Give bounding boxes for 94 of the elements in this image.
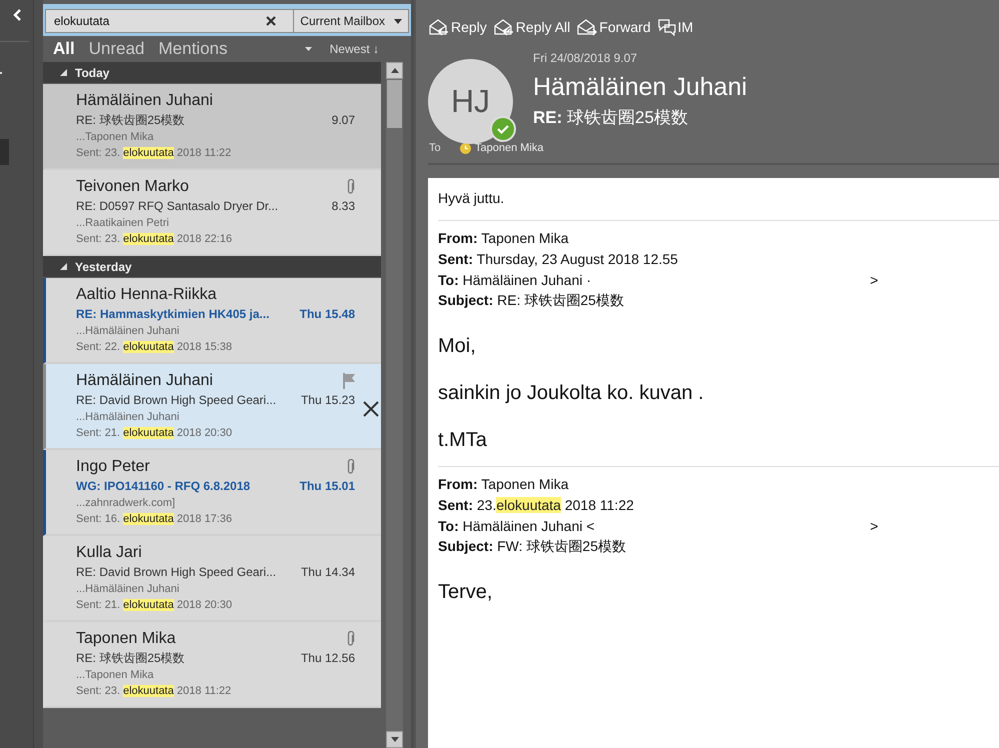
message-subject: RE: D0597 RFQ Santasalo Dryer Dr... [76,199,280,213]
to-label: To [429,142,442,154]
message-time: Thu 12.56 [300,651,355,665]
body-text: Hyvä juttu. [438,190,506,206]
sender-name: Hämäläinen Juhani [76,92,214,110]
scroll-thumb[interactable] [387,80,402,128]
sender-name: Taponen Mika [76,630,177,648]
search-field[interactable]: elokuutata Current Mailbox [45,9,409,33]
header-field: Subject: FW: 球铁齿圈25模数 [438,538,870,556]
message-preview: ...Taponen Mika [76,130,155,145]
flag-icon[interactable] [343,373,355,389]
header-field: To: Hämäläinen Juhani < [438,518,870,534]
header-field: From: Taponen Mika [438,476,870,492]
action-button[interactable]: Reply All [492,15,570,39]
message-time: Thu 15.01 [300,479,355,493]
message-subject: RE: David Brown High Speed Geari... [76,393,278,407]
sender-name: Aaltio Henna-Riikka [76,286,218,304]
message-preview: ...Hämäläinen Juhani [76,582,180,597]
filter-tab[interactable]: Unread [88,39,144,59]
message-subject: RE: 球铁齿圈25模数 [76,112,186,128]
body-text: Terve, [438,581,494,604]
envelope-arrow-icon [428,18,450,36]
mailbox-scope-dropdown[interactable]: Current Mailbox [293,10,408,32]
message-subject: RE: Hammaskytkimien HK405 ja... [76,307,270,321]
scroll-up-icon[interactable] [386,62,403,79]
message-sender: Hämäläinen Juhani [533,73,748,102]
message-item[interactable]: Hämäläinen Juhani RE: David Brown High Speed Geari... Thu 15.23 ...Hämäläinen Juhani Sent: 21. elokuutata 2018 20:30 [43,364,381,450]
action-button[interactable]: IM [656,15,694,39]
sent-date: Sent: 23. elokuutata 2018 11:22 [76,684,232,699]
expand-triangle-icon[interactable] [60,69,67,76]
sent-date: Sent: 22. elokuutata 2018 15:38 [76,340,233,355]
clock-icon [460,142,471,154]
action-button[interactable]: Forward [576,15,651,39]
group-header[interactable]: Today [43,62,381,83]
message-item[interactable]: Teivonen Marko RE: D0597 RFQ Santasalo Dryer Dr... 8.33 ...Raatikainen Petri Sent: 23. elokuutata 2018 22:16 [43,170,381,256]
filter-tab[interactable]: Mentions [158,39,228,59]
search-input[interactable]: elokuutata [46,11,266,31]
header-field: Subject: RE: 球铁齿圈25模数 [438,292,870,310]
body-text: Moi, [438,335,477,358]
sent-date: Sent: 23. elokuutata 2018 11:22 [76,146,232,161]
header-field: Sent: Thursday, 23 August 2018 12.55 [438,250,870,266]
message-time: Thu 15.48 [300,307,355,321]
body-text: t.MTa [438,429,488,452]
sent-date: Sent: 21. elokuutata 2018 20:30 [76,598,233,613]
header-field: To: Hämäläinen Juhani · [438,272,870,288]
sender-name: Kulla Jari [76,544,143,562]
sent-date: Sent: 16. elokuutata 2018 17:36 [76,512,233,527]
filter-tab[interactable]: All [53,39,75,59]
recipient-name[interactable]: Taponen Mika [475,142,544,154]
message-date: Fri 24/08/2018 9.07 [533,51,638,65]
envelope-arrow-icon [576,18,598,36]
header-field: Sent: 23.elokuutata 2018 11:22 [438,496,870,512]
action-button[interactable]: Reply [428,15,487,39]
message-preview: ...zahnradwerk.com] [76,496,176,511]
sender-name: Ingo Peter [76,458,151,476]
message-item[interactable]: Ingo Peter WG: IPO141160 - RFQ 6.8.2018 Thu 15.01 ...zahnradwerk.com] Sent: 16. elokuutata 2018 17:36 [43,450,381,536]
expand-triangle-icon[interactable] [60,263,67,270]
scrollbar[interactable] [386,62,403,748]
sent-date: Sent: 21. elokuutata 2018 20:30 [76,426,233,441]
body-text: sainkin jo Joukolta ko. kuvan . [438,382,705,405]
presence-check-icon [490,116,516,142]
dropdown-caret-icon[interactable] [394,18,402,24]
delete-icon[interactable] [363,401,379,417]
address-bracket: > [870,272,878,288]
sender-name: Teivonen Marko [76,178,190,196]
address-bracket: > [870,518,878,534]
folder-highlight [0,139,9,165]
message-preview: ...Hämäläinen Juhani [76,324,180,339]
message-item[interactable]: Aaltio Henna-Riikka RE: Hammaskytkimien HK405 ja... Thu 15.48 ...Hämäläinen Juhani Sent: 22. elokuutata 2018 15:38 [43,278,381,364]
message-time: 8.33 [332,199,355,213]
message-preview: ...Hämäläinen Juhani [76,410,180,425]
caret-icon[interactable] [304,47,312,51]
sent-date: Sent: 23. elokuutata 2018 22:16 [76,232,233,247]
envelope-arrow-icon [492,18,515,36]
message-item[interactable]: Hämäläinen Juhani RE: 球铁齿圈25模数 9.07 ...Taponen Mika Sent: 23. elokuutata 2018 11:22 [43,84,381,170]
message-subject: RE: 球铁齿圈25模数 [76,650,186,666]
message-time: Thu 14.34 [300,565,355,579]
sender-name: Hämäläinen Juhani [76,372,214,390]
message-item[interactable]: Kulla Jari RE: David Brown High Speed Geari... Thu 14.34 ...Hämäläinen Juhani Sent: 21. elokuutata 2018 20:30 [43,536,381,622]
message-time: 9.07 [332,113,355,127]
header-field: From: Taponen Mika [438,230,870,246]
avatar-initials: HJ [428,59,513,144]
sort-button[interactable]: Newest ↓ [330,42,379,56]
message-subject: RE: 球铁齿圈25模数 [533,107,689,129]
scroll-down-icon[interactable] [386,731,403,748]
message-time: Thu 15.23 [300,393,355,407]
message-preview: ...Taponen Mika [76,668,155,683]
chat-bubbles-icon [656,18,677,36]
group-header[interactable]: Yesterday [43,256,381,277]
message-item[interactable]: Taponen Mika RE: 球铁齿圈25模数 Thu 12.56 ...Taponen Mika Sent: 23. elokuutata 2018 11:22 [43,622,381,708]
message-preview: ...Raatikainen Petri [76,216,170,231]
message-subject: RE: David Brown High Speed Geari... [76,565,278,579]
collapse-chevron-icon[interactable] [11,8,23,22]
message-subject: WG: IPO141160 - RFQ 6.8.2018 [76,479,252,493]
